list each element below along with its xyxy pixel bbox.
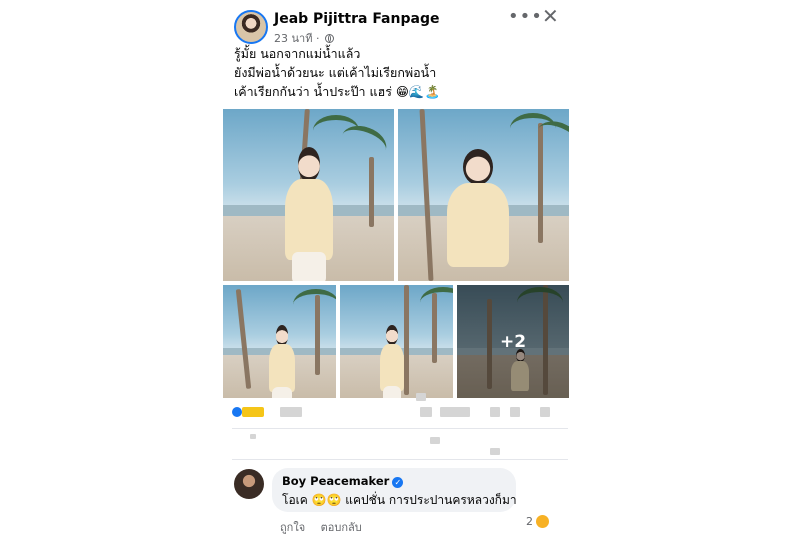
verified-badge-icon: ✓	[392, 477, 404, 488]
redacted-block	[490, 448, 500, 455]
commenter-avatar[interactable]	[234, 469, 264, 499]
redacted-block	[416, 393, 426, 401]
post-photo-3[interactable]	[223, 285, 336, 398]
redacted-block	[490, 407, 500, 417]
comment-bubble: Boy Peacemaker ✓ โอเค 🙄🙄 แคปชั่น การประปา…	[272, 468, 517, 512]
post-caption: รู้มั้ย นอกจากแม่น้ำแล้ว ยังมีพ่อน้ำด้วย…	[234, 44, 574, 101]
caption-line: ยังมีพ่อน้ำด้วยนะ แต่เค้าไม่เรียกพ่อน้ำ	[234, 65, 437, 80]
comment-text: โอเค 🙄🙄 แคปชั่น การประปานครหลวงก็มา	[282, 493, 517, 507]
redacted-block	[420, 407, 432, 417]
redacted-block	[430, 437, 440, 444]
redacted-block	[510, 407, 520, 417]
page-avatar[interactable]	[234, 10, 268, 44]
reaction-count-redacted[interactable]	[242, 407, 264, 417]
comment-reply-button[interactable]: ตอบกลับ	[321, 521, 362, 534]
post-photo-1[interactable]	[223, 109, 394, 281]
globe-icon	[324, 34, 334, 43]
more-photos-overlay[interactable]: +2	[457, 285, 569, 398]
redacted-block	[540, 407, 550, 417]
redacted-block	[250, 434, 256, 439]
comment-like-button[interactable]: ถูกใจ	[280, 521, 305, 534]
caption-line: เค้าเรียกกันว่า น้ำประป๊า แฮร่ 😁🌊🏝️	[234, 84, 441, 99]
like-reaction-icon[interactable]	[232, 407, 242, 417]
post-photo-4[interactable]	[340, 285, 453, 398]
more-photos-count: +2	[499, 331, 527, 352]
divider	[232, 428, 568, 429]
laugh-reaction-icon	[536, 515, 549, 528]
facebook-post: Jeab Pijittra Fanpage 23 นาที · ••• ✕ รู…	[222, 0, 578, 536]
redacted-block	[280, 407, 302, 417]
post-photo-5[interactable]: +2	[457, 285, 569, 398]
redacted-block	[440, 407, 470, 417]
caption-line: รู้มั้ย นอกจากแม่น้ำแล้ว	[234, 46, 361, 61]
post-photo-2[interactable]	[398, 109, 569, 281]
comment-author[interactable]: Boy Peacemaker	[282, 474, 389, 488]
close-icon[interactable]: ✕	[542, 6, 559, 26]
comment-actions: ถูกใจ ตอบกลับ	[280, 518, 374, 536]
comment-author-row: Boy Peacemaker ✓	[282, 474, 404, 488]
more-icon[interactable]: •••	[508, 6, 543, 27]
comment-reaction-count: 2	[526, 515, 533, 528]
divider	[232, 459, 568, 460]
comment-reactions[interactable]: 2	[526, 515, 549, 528]
page-name[interactable]: Jeab Pijittra Fanpage	[274, 11, 439, 27]
